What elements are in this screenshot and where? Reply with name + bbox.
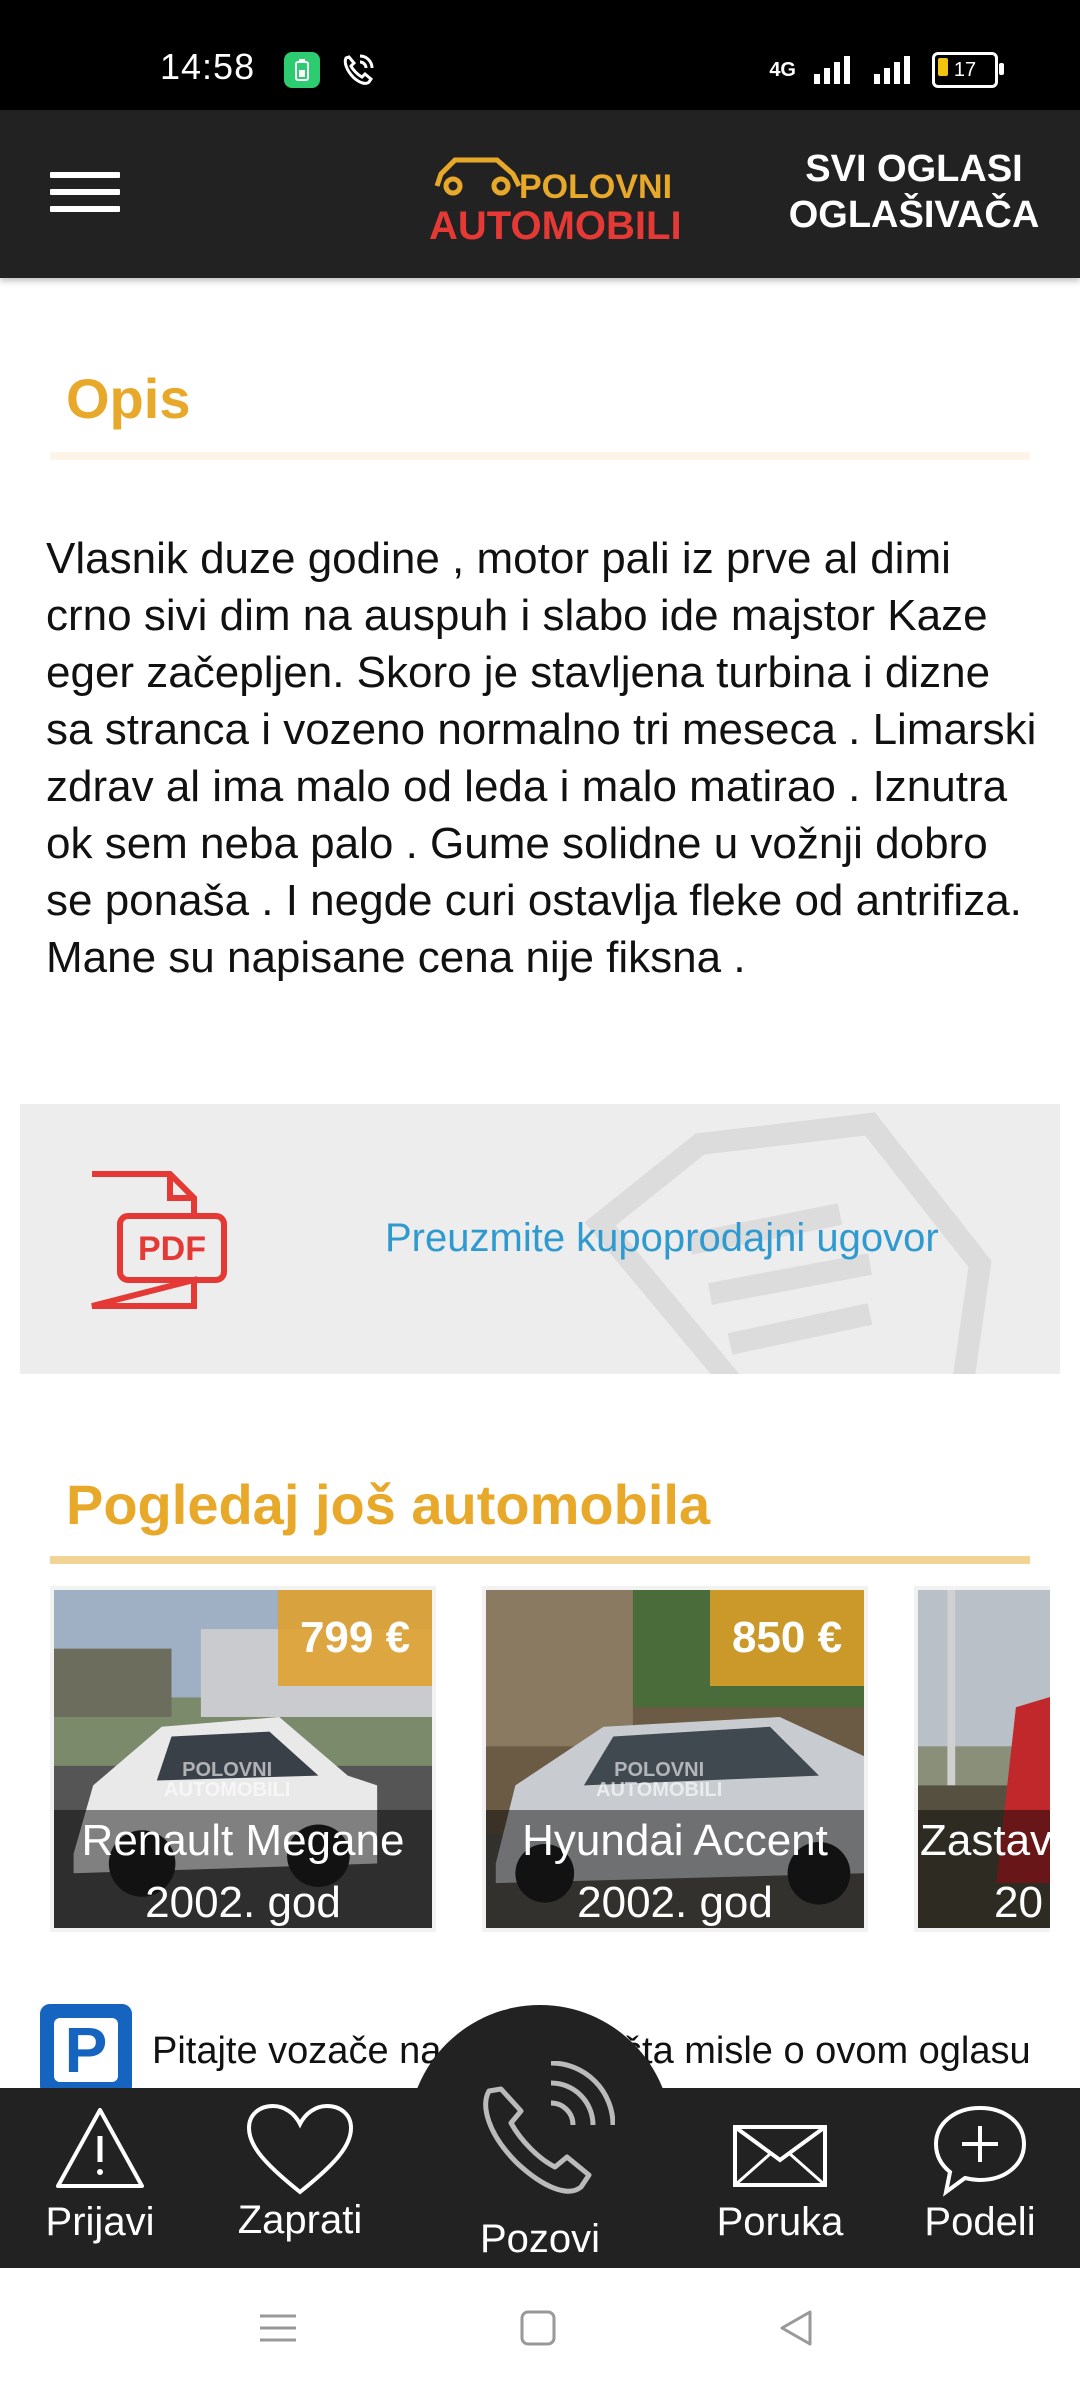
follow-button[interactable]: Zaprati [220, 2088, 380, 2268]
warning-icon [56, 2108, 144, 2188]
description-title: Opis [66, 367, 191, 430]
car-year: 2002. god [577, 1878, 773, 1927]
follow-label: Zaprati [237, 2198, 363, 2242]
home-square-icon[interactable] [518, 2308, 558, 2348]
logo-text-top: POLOVNI [519, 168, 673, 206]
contract-download-link[interactable]: Preuzmite kupoprodajni ugovor [385, 1216, 939, 1261]
message-label: Poruka [716, 2200, 844, 2244]
battery-icon: 17 [932, 52, 1004, 88]
pdf-icon-label: PDF [138, 1230, 206, 1268]
back-triangle-icon[interactable] [776, 2308, 816, 2348]
more-cars-divider [50, 1556, 1030, 1564]
report-label: Prijavi [45, 2200, 155, 2244]
wifi-call-icon [343, 54, 374, 85]
battery-level: 17 [953, 58, 977, 81]
car-card[interactable]: POLOVNI AUTOMOBILI 850 € Hyundai Accent 2… [482, 1586, 868, 1932]
parkup-icon: P [36, 2000, 136, 2100]
watermark: POLOVNI AUTOMOBILI [164, 1759, 291, 1801]
call-label: Pozovi [479, 2217, 601, 2261]
car-model: Zastava [920, 1816, 1050, 1865]
chat-plus-icon [933, 2105, 1027, 2197]
signal-icon [814, 56, 850, 84]
all-seller-ads-link[interactable]: SVI OGLASI OGLAŠIVAČA [784, 146, 1044, 238]
watermark: POLOVNI AUTOMOBILI [596, 1759, 723, 1801]
share-button[interactable]: Podeli [900, 2088, 1060, 2268]
contract-download-banner[interactable]: PDF Preuzmite kupoprodajni ugovor [20, 1104, 1060, 1374]
car-model: Renault Megane [81, 1816, 405, 1865]
car-model: Hyundai Accent [522, 1816, 828, 1865]
share-label: Podeli [924, 2200, 1036, 2244]
status-time: 14:58 [160, 46, 256, 87]
hamburger-menu-icon[interactable] [50, 172, 120, 220]
app-header: POLOVNI AUTOMOBILI SVI OGLASI OGLAŠIVAČA [0, 110, 1080, 278]
car-price: 850 € [710, 1590, 864, 1686]
call-nav-item[interactable]: Pozovi [408, 2005, 672, 2268]
description-text: Vlasnik duze godine , motor pali iz prve… [46, 534, 1037, 982]
message-button[interactable]: Poruka [700, 2088, 860, 2268]
heart-icon [246, 2103, 354, 2195]
car-card[interactable]: Zastava 20 [914, 1586, 1050, 1932]
envelope-icon [733, 2125, 827, 2187]
report-button[interactable]: Prijavi [20, 2088, 180, 2268]
logo[interactable]: POLOVNI AUTOMOBILI [425, 146, 682, 248]
network-type: 4G [769, 58, 796, 81]
pdf-icon: PDF [91, 1171, 227, 1309]
car-year: 2002. god [145, 1878, 341, 1927]
system-nav-bar [0, 2268, 1080, 2400]
car-price: 799 € [278, 1590, 432, 1686]
recents-menu-icon[interactable] [258, 2308, 298, 2348]
car-carousel[interactable]: POLOVNI AUTOMOBILI 799 € Renault Megane 2… [50, 1586, 1050, 1942]
description-divider [50, 452, 1030, 460]
car-card[interactable]: POLOVNI AUTOMOBILI 799 € Renault Megane 2… [50, 1586, 436, 1932]
phone-call-icon [483, 2061, 615, 2194]
car-year: 20 [994, 1878, 1043, 1927]
battery-saver-icon [284, 52, 320, 88]
logo-text-bottom: AUTOMOBILI [429, 204, 682, 248]
more-cars-title: Pogledaj još automobila [66, 1473, 711, 1536]
status-bar: 14:58 4G 17 [0, 0, 1080, 110]
car-logo-icon [434, 157, 522, 196]
signal-icon-2 [874, 56, 910, 84]
